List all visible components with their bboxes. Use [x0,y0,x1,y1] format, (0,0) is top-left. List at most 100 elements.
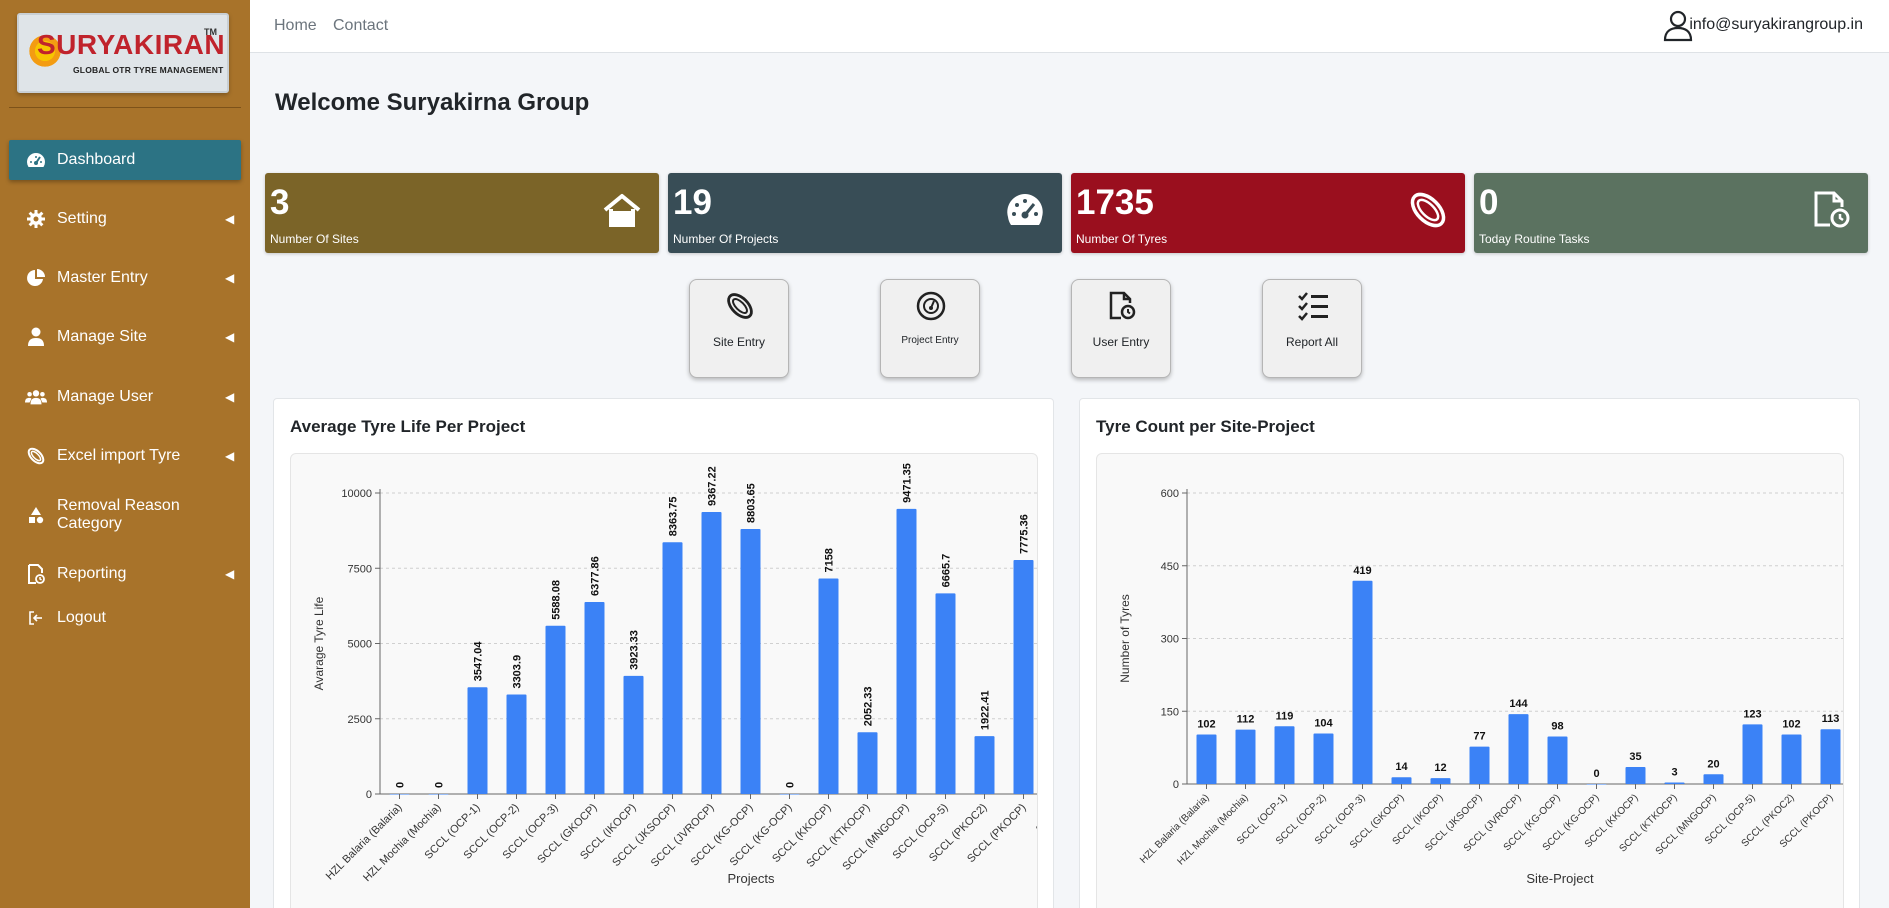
bar[interactable] [1703,774,1724,784]
bar[interactable] [701,512,722,794]
data-label: 3547.04 [473,641,485,682]
bar[interactable] [1352,580,1373,784]
gear-icon [25,208,47,230]
data-label: 6377.86 [590,556,602,596]
sidebar-item-manage-site[interactable]: Manage Site ◀ [9,317,241,357]
sidebar-item-logout[interactable]: Logout [9,598,241,638]
x-tick-label: SCCL (MNGOCP) [840,802,911,873]
sidebar-item-label: Removal Reason Category [57,497,180,532]
bar[interactable] [584,602,605,794]
avg-tyre-life-panel: Average Tyre Life Per Project 0 2500 5000 7… [273,398,1054,908]
data-label: 123 [1743,708,1761,720]
bar[interactable] [545,625,566,794]
bar[interactable] [1313,733,1334,784]
y-tick-label: 10000 [341,488,372,500]
home-icon [601,189,643,231]
x-tick-label: HZL Balaria (Balaria) [1138,792,1212,866]
bar[interactable] [662,542,683,794]
bar[interactable] [1508,714,1529,784]
bar[interactable] [1391,777,1412,784]
sidebar-item-master-entry[interactable]: Master Entry ◀ [9,258,241,298]
bar[interactable] [1820,729,1841,784]
bar[interactable] [623,675,644,794]
dashboard-icon [25,149,47,171]
bar[interactable] [467,687,488,794]
data-label: 20 [1707,758,1719,770]
tyre-count-chart: 0 150 300 450 600 102 HZL Balaria (Balaria) 112… [1118,488,1843,886]
quick-action-label: Project Entry [901,335,959,346]
sidebar-item-manage-user[interactable]: Manage User ◀ [9,377,241,417]
bar[interactable] [506,694,527,794]
chevron-left-icon: ◀ [225,567,235,581]
brand-tagline: GLOBAL OTR TYRE MANAGEMENT [73,65,224,75]
data-label: 1922.41 [980,690,992,730]
sidebar-item-label: Dashboard [57,151,136,168]
stat-card-routine-tasks[interactable]: 0 Today Routine Tasks [1474,173,1868,253]
bar[interactable] [740,529,761,794]
brand-logo[interactable]: SURYAKIRAN TM GLOBAL OTR TYRE MANAGEMENT [17,13,229,93]
gauge-icon [915,290,947,322]
stat-card-sites[interactable]: 3 Number Of Sites [265,173,659,253]
bar[interactable] [1547,736,1568,784]
stat-card-tyres[interactable]: 1735 Number Of Tyres [1071,173,1465,253]
project-entry-button[interactable]: Project Entry [880,279,980,378]
y-tick-label: 7500 [348,563,372,575]
y-tick-label: 0 [1173,779,1179,791]
bar[interactable] [1742,724,1763,784]
bar[interactable] [935,593,956,794]
chevron-left-icon: ◀ [225,449,235,463]
site-entry-button[interactable]: Site Entry [689,279,789,378]
x-axis-label: Projects [728,871,775,886]
bar[interactable] [1781,734,1802,784]
data-label: 12 [1434,762,1446,774]
checklist-icon [1297,290,1329,322]
bar[interactable] [1196,734,1217,784]
sidebar-item-excel-import-tyre[interactable]: Excel import Tyre ◀ [9,436,241,476]
sidebar-item-label: Manage User [57,388,154,405]
bar[interactable] [896,508,917,794]
bar[interactable] [1469,746,1490,784]
tyre-icon [25,445,47,467]
pie-chart-icon [25,267,47,289]
brand-tm: TM [204,27,217,37]
data-label: 3303.9 [512,655,524,689]
sidebar-item-dashboard[interactable]: Dashboard [9,140,241,180]
bar[interactable] [818,578,839,794]
bar[interactable] [1235,729,1256,784]
bar[interactable] [1430,778,1451,784]
sidebar: SURYAKIRAN TM GLOBAL OTR TYRE MANAGEMENT… [0,0,250,908]
bar[interactable] [1664,782,1685,784]
sidebar-item-setting[interactable]: Setting ◀ [9,199,241,239]
file-clock-icon [1810,189,1852,231]
bar[interactable] [1013,559,1034,794]
stat-value: 3 [270,183,290,222]
sidebar-item-label: Manage Site [57,328,147,345]
data-label: 144 [1509,698,1528,710]
bar[interactable] [857,732,878,794]
stat-card-projects[interactable]: 19 Number Of Projects [668,173,1062,253]
bar[interactable] [1274,726,1295,784]
user-entry-button[interactable]: User Entry [1071,279,1171,378]
nav-home-link[interactable]: Home [274,17,317,35]
sidebar-item-label: Logout [57,609,106,626]
quick-action-label: Report All [1285,335,1339,349]
panel-title: Tyre Count per Site-Project [1096,417,1315,436]
report-all-button[interactable]: Report All [1262,279,1362,378]
data-label: 113 [1822,713,1840,725]
sidebar-item-label: Reporting [57,565,127,582]
tyre-count-panel: Tyre Count per Site-Project 0 150 300 450 60… [1079,398,1860,908]
sidebar-item-removal-reason-category[interactable]: Removal Reason Category [9,495,241,535]
bar[interactable] [974,736,995,794]
logout-icon [25,607,47,629]
user-email[interactable]: info@suryakirangroup.in [1689,16,1863,34]
data-label: 0 [1593,768,1599,780]
brand-name: SURYAKIRAN [37,29,226,60]
y-tick-label: 300 [1161,634,1179,646]
report-icon [25,563,47,585]
bar[interactable] [1625,767,1646,784]
sidebar-item-reporting[interactable]: Reporting ◀ [9,554,241,594]
nav-contact-link[interactable]: Contact [333,17,388,35]
page-title: Welcome Suryakirna Group [275,89,590,116]
data-label: 102 [1782,719,1800,731]
x-tick-label: HZL Mochia (Mochia) [361,802,444,885]
